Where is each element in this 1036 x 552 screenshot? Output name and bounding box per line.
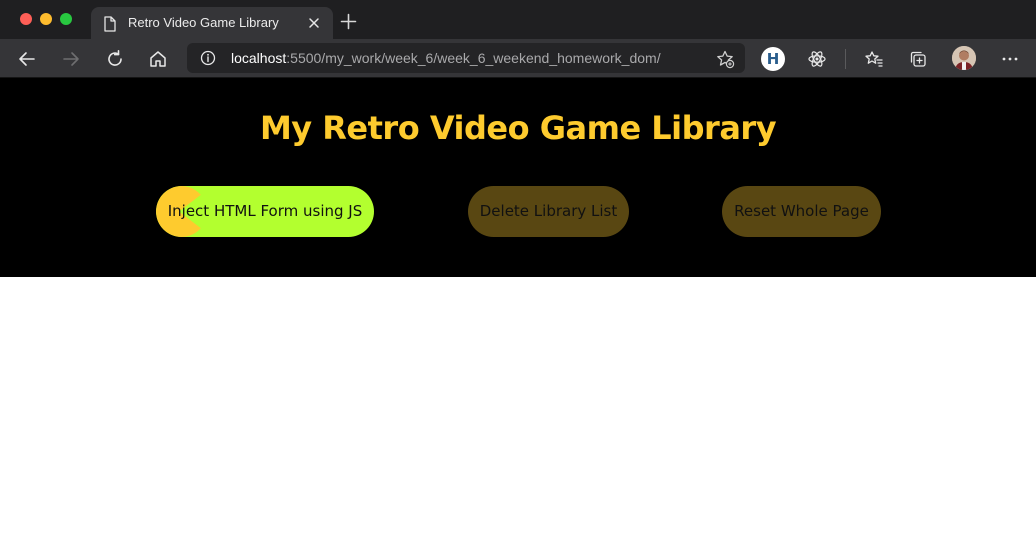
add-favorite-icon[interactable] xyxy=(715,49,735,69)
favorites-icon[interactable] xyxy=(864,49,884,69)
reload-icon[interactable] xyxy=(105,49,125,69)
tab-title: Retro Video Game Library xyxy=(128,15,279,30)
page-body xyxy=(0,277,1036,552)
inject-form-button-label: Inject HTML Form using JS xyxy=(167,202,363,220)
toolbar-separator xyxy=(845,49,846,69)
new-tab-icon[interactable] xyxy=(340,13,357,30)
info-icon[interactable] xyxy=(200,50,216,66)
reset-page-button[interactable]: Reset Whole Page xyxy=(722,186,881,237)
browser-tab[interactable]: Retro Video Game Library xyxy=(91,7,333,39)
address-bar[interactable]: localhost:5500/my_work/week_6/week_6_wee… xyxy=(187,43,745,73)
maximize-window-button[interactable] xyxy=(60,13,72,25)
page-title: My Retro Video Game Library xyxy=(259,109,777,147)
url-text: localhost:5500/my_work/week_6/week_6_wee… xyxy=(231,50,661,66)
document-icon xyxy=(104,16,116,32)
home-icon[interactable] xyxy=(148,49,168,69)
close-window-button[interactable] xyxy=(20,13,32,25)
back-icon[interactable] xyxy=(17,49,37,69)
delete-library-button[interactable]: Delete Library List xyxy=(468,186,629,237)
browser-titlebar: Retro Video Game Library xyxy=(0,0,1036,39)
react-icon[interactable] xyxy=(807,49,827,69)
url-host: localhost xyxy=(231,50,287,66)
more-icon[interactable] xyxy=(1000,49,1020,69)
forward-icon[interactable] xyxy=(61,49,81,69)
page-header: My Retro Video Game Library Inject HTML … xyxy=(0,78,1036,277)
collections-icon[interactable] xyxy=(908,49,928,69)
extension-badge-icon[interactable]: H xyxy=(761,47,785,71)
person-icon xyxy=(952,46,976,70)
profile-avatar[interactable] xyxy=(952,46,976,70)
url-path: :5500/my_work/week_6/week_6_weekend_home… xyxy=(286,50,661,66)
minimize-window-button[interactable] xyxy=(40,13,52,25)
inject-form-button[interactable]: Inject HTML Form using JS xyxy=(156,186,374,237)
close-tab-icon[interactable] xyxy=(307,16,321,30)
